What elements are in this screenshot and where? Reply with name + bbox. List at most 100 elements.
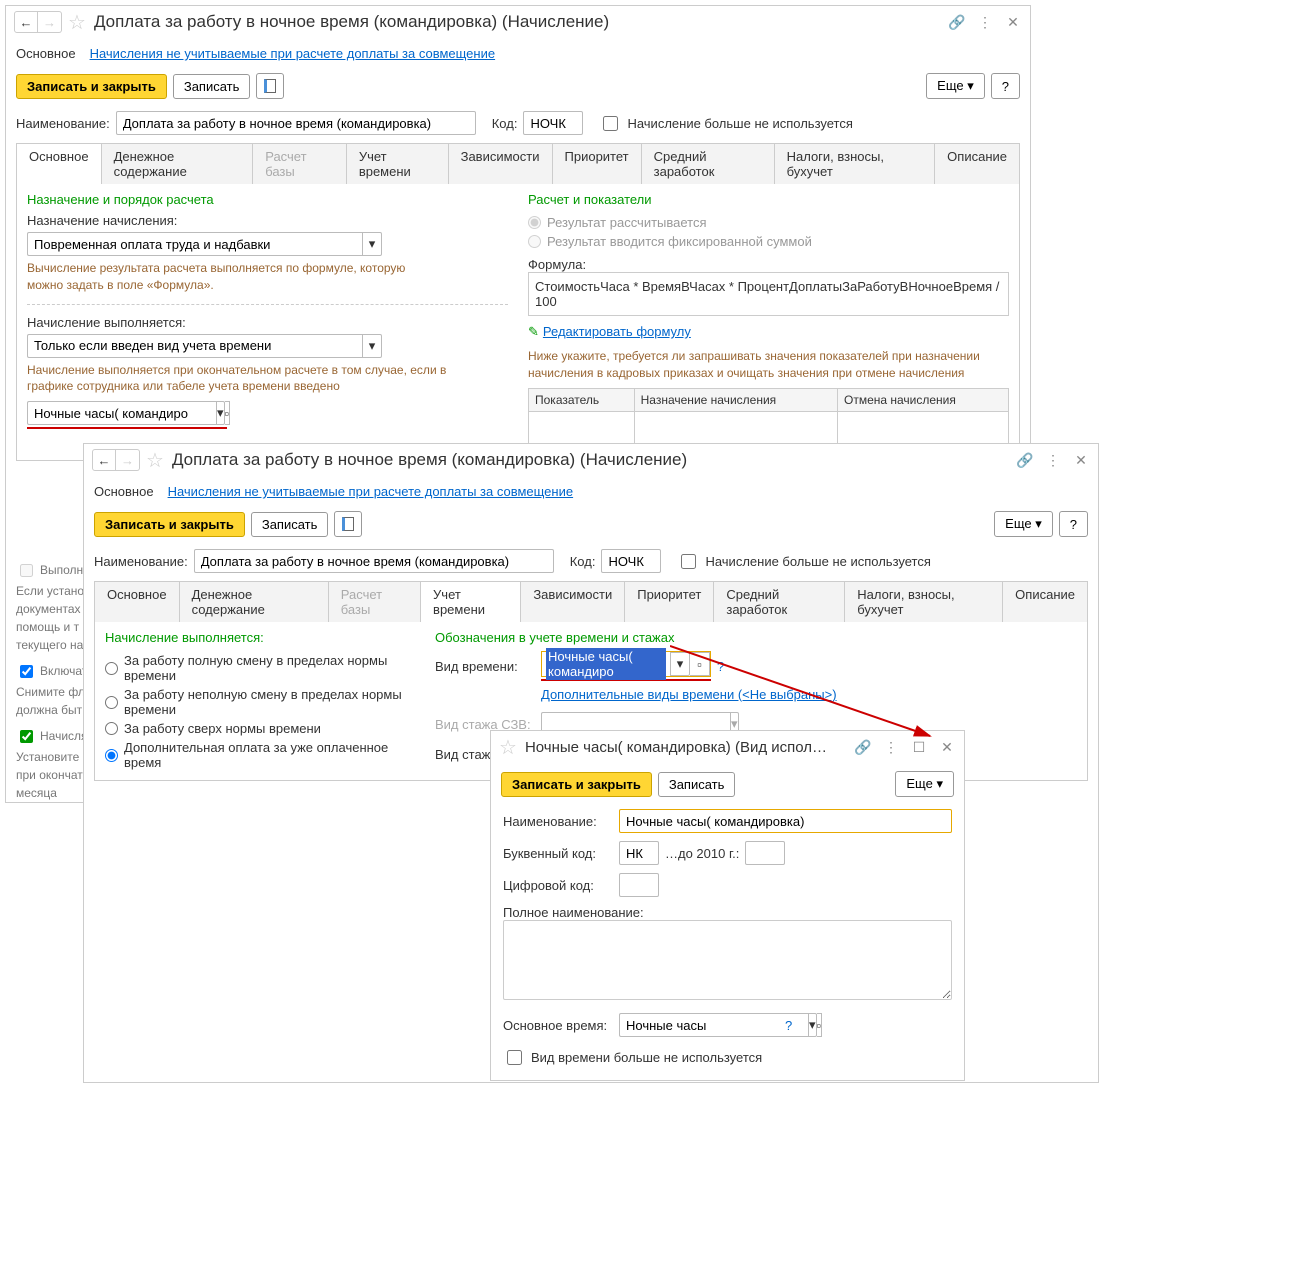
help-button[interactable]: ? — [991, 73, 1020, 99]
tab-basic[interactable]: Основное — [16, 42, 76, 65]
name-label: Наименование: — [16, 116, 110, 131]
more-button[interactable]: Еще ▾ — [895, 771, 954, 797]
radio-extra[interactable]: Дополнительная оплата за уже оплаченное … — [105, 738, 415, 772]
time-input[interactable] — [27, 401, 216, 425]
back-button[interactable]: ← — [14, 11, 38, 33]
mtab-5[interactable]: Приоритет — [553, 144, 642, 184]
radio-full[interactable]: За работу полную смену в пределах нормы … — [105, 651, 415, 685]
mtab-3[interactable]: Учет времени — [421, 582, 521, 622]
chevron-down-icon[interactable]: ▾ — [362, 232, 382, 256]
unused-label: Начисление больше не используется — [627, 116, 852, 131]
mtab-3[interactable]: Учет времени — [347, 144, 449, 184]
name-label: Наименование: — [94, 554, 188, 569]
star-icon[interactable]: ☆ — [146, 448, 164, 473]
tab-basic[interactable]: Основное — [94, 480, 154, 503]
code-input[interactable] — [523, 111, 583, 135]
hint-indicators: Ниже укажите, требуется ли запрашивать з… — [528, 348, 1009, 382]
name-input[interactable] — [194, 549, 554, 573]
open-icon[interactable]: ▫ — [817, 1013, 823, 1037]
chevron-down-icon[interactable]: ▾ — [808, 1013, 817, 1037]
mtab-0[interactable]: Основное — [17, 144, 102, 184]
add-kinds-link[interactable]: Дополнительные виды времени (<Не выбраны… — [541, 687, 837, 702]
link-icon[interactable]: 🔗 — [948, 13, 966, 31]
until-input[interactable] — [745, 841, 785, 865]
unused-checkbox[interactable]: Вид времени больше не используется — [503, 1047, 762, 1068]
star-icon[interactable]: ☆ — [68, 10, 86, 35]
open-icon[interactable]: ▫ — [225, 401, 231, 425]
edit-formula-link[interactable]: Редактировать формулу — [543, 324, 691, 339]
unused-checkbox[interactable]: Начисление больше не используется — [599, 113, 852, 134]
dest-input[interactable] — [27, 232, 362, 256]
base-input[interactable] — [619, 1013, 808, 1037]
mtab-1[interactable]: Денежное содержание — [102, 144, 254, 184]
dest-select[interactable]: ▾ — [27, 232, 382, 256]
document-icon — [342, 517, 354, 531]
exec-input[interactable] — [27, 334, 362, 358]
dcode-input[interactable] — [619, 873, 659, 897]
formula-box: СтоимостьЧаса * ВремяВЧасах * ПроцентДоп… — [528, 272, 1009, 316]
mtab-1[interactable]: Денежное содержание — [180, 582, 329, 622]
save-button[interactable]: Записать — [251, 512, 329, 537]
save-button[interactable]: Записать — [173, 74, 251, 99]
radio-over[interactable]: За работу сверх нормы времени — [105, 719, 415, 738]
document-button[interactable] — [256, 73, 284, 99]
base-select[interactable]: ▾ ▫ — [619, 1013, 779, 1037]
th-assign: Назначение начисления — [634, 388, 837, 411]
close-icon[interactable]: ✕ — [938, 738, 956, 756]
link-icon[interactable]: 🔗 — [1016, 451, 1034, 469]
mtab-7[interactable]: Налоги, взносы, бухучет — [775, 144, 936, 184]
save-close-button[interactable]: Записать и закрыть — [16, 74, 167, 99]
mtab-5[interactable]: Приоритет — [625, 582, 714, 622]
chevron-down-icon[interactable]: ▾ — [216, 401, 225, 425]
mtab-8[interactable]: Описание — [935, 144, 1019, 184]
save-close-button[interactable]: Записать и закрыть — [501, 772, 652, 797]
link-icon[interactable]: 🔗 — [854, 738, 872, 756]
kebab-icon[interactable]: ⋮ — [976, 13, 994, 31]
radio-partial[interactable]: За работу неполную смену в пределах норм… — [105, 685, 415, 719]
toolbar: Записать и закрыть Записать Еще ▾ — [491, 763, 964, 805]
chevron-down-icon[interactable]: ▾ — [670, 652, 690, 676]
forward-button[interactable]: → — [116, 449, 140, 471]
radio-fixed: Результат вводится фиксированной суммой — [528, 232, 1009, 251]
star-icon[interactable]: ☆ — [499, 735, 517, 760]
forward-button[interactable]: → — [38, 11, 62, 33]
lcode-input[interactable] — [619, 841, 659, 865]
tab-link[interactable]: Начисления не учитываемые при расчете до… — [90, 42, 496, 65]
back-button[interactable]: ← — [92, 449, 116, 471]
help-icon[interactable]: ? — [717, 659, 724, 674]
document-button[interactable] — [334, 511, 362, 537]
mtab-8[interactable]: Описание — [1003, 582, 1087, 622]
mtab-7[interactable]: Налоги, взносы, бухучет — [845, 582, 1003, 622]
exec-select[interactable]: ▾ — [27, 334, 382, 358]
window-title: Доплата за работу в ночное время (команд… — [172, 450, 1016, 470]
save-close-button[interactable]: Записать и закрыть — [94, 512, 245, 537]
code-label: Код: — [570, 554, 596, 569]
save-button[interactable]: Записать — [658, 772, 736, 797]
help-icon[interactable]: ? — [785, 1018, 792, 1033]
mtab-4[interactable]: Зависимости — [449, 144, 553, 184]
full-input[interactable] — [503, 920, 952, 1000]
unused-checkbox[interactable]: Начисление больше не используется — [677, 551, 930, 572]
name-label: Наименование: — [503, 814, 613, 829]
mtab-6[interactable]: Средний заработок — [642, 144, 775, 184]
kind-select[interactable]: Ночные часы( командиро ▾ ▫ — [541, 651, 711, 677]
kebab-icon[interactable]: ⋮ — [882, 738, 900, 756]
close-icon[interactable]: ✕ — [1004, 13, 1022, 31]
more-button[interactable]: Еще ▾ — [926, 73, 985, 99]
more-button[interactable]: Еще ▾ — [994, 511, 1053, 537]
close-icon[interactable]: ✕ — [1072, 451, 1090, 469]
maximize-icon[interactable]: ☐ — [910, 738, 928, 756]
name-input[interactable] — [116, 111, 476, 135]
mtab-2: Расчет базы — [329, 582, 421, 622]
name-input[interactable] — [619, 809, 952, 833]
mtab-0[interactable]: Основное — [95, 582, 180, 622]
mtab-4[interactable]: Зависимости — [521, 582, 625, 622]
time-select[interactable]: ▾ ▫ — [27, 401, 227, 425]
tab-link[interactable]: Начисления не учитываемые при расчете до… — [168, 480, 574, 503]
kebab-icon[interactable]: ⋮ — [1044, 451, 1062, 469]
mtab-6[interactable]: Средний заработок — [714, 582, 845, 622]
help-button[interactable]: ? — [1059, 511, 1088, 537]
open-icon[interactable]: ▫ — [690, 652, 710, 676]
code-input[interactable] — [601, 549, 661, 573]
chevron-down-icon[interactable]: ▾ — [362, 334, 382, 358]
